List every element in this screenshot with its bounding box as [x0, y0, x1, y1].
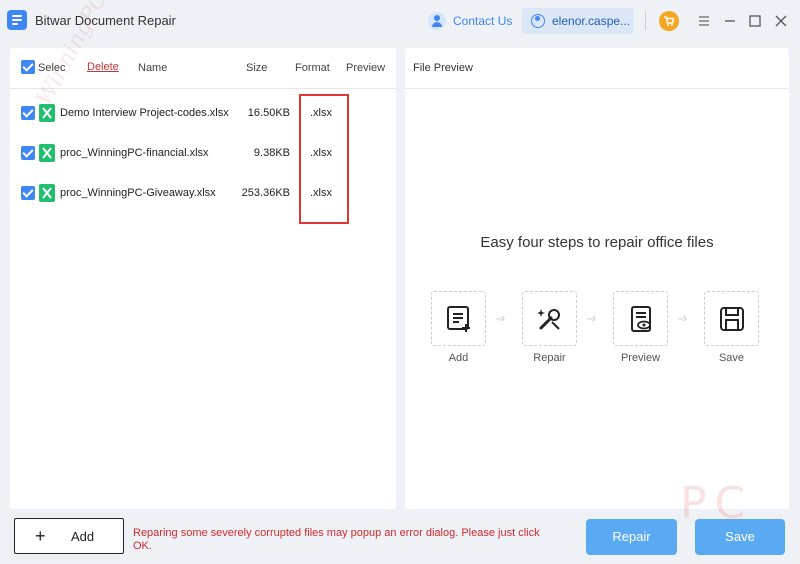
file-format: .xlsx [310, 107, 332, 119]
title-bar: Bitwar Document Repair Contact Us elenor… [0, 0, 800, 42]
step-repair: Repair [522, 291, 577, 364]
user-account-button[interactable]: elenor.caspe... [522, 8, 634, 34]
minimize-icon[interactable] [720, 11, 740, 31]
file-row[interactable]: proc_WinningPC-financial.xlsx 9.38KB .xl… [10, 138, 396, 168]
add-button[interactable]: + Add [14, 518, 124, 554]
cart-icon[interactable] [659, 11, 679, 31]
step-label: Save [718, 352, 745, 364]
user-icon [531, 14, 545, 28]
file-format: .xlsx [310, 187, 332, 199]
file-preview-panel: File Preview Easy four steps to repair o… [405, 48, 789, 509]
file-preview-title: File Preview [413, 62, 473, 74]
app-logo-icon [7, 10, 27, 30]
repair-button[interactable]: Repair [586, 519, 677, 555]
file-list-header: Selec Delete Name Size Format Preview [10, 48, 396, 89]
warning-message: Reparing some severely corrupted files m… [133, 527, 540, 552]
column-size: Size [246, 62, 268, 74]
excel-file-icon [38, 143, 56, 163]
column-format: Format [295, 62, 330, 74]
step-label: Add [448, 352, 469, 364]
contact-us-button[interactable]: Contact Us [428, 11, 512, 31]
maximize-icon[interactable] [745, 11, 765, 31]
file-name: proc_WinningPC-Giveaway.xlsx [60, 187, 216, 199]
column-name: Name [138, 62, 168, 74]
file-size: 9.38KB [253, 147, 290, 159]
file-format: .xlsx [310, 147, 332, 159]
arrow-icon: ···› [495, 311, 505, 325]
file-size: 253.36KB [241, 187, 290, 199]
save-floppy-icon [719, 306, 744, 331]
plus-icon: + [35, 526, 46, 546]
menu-icon[interactable] [694, 11, 714, 31]
arrow-icon: ···› [586, 311, 596, 325]
file-preview-header: File Preview [405, 48, 789, 89]
contact-us-label: Contact Us [453, 14, 513, 28]
add-file-icon [446, 305, 470, 332]
column-preview: Preview [346, 62, 386, 74]
preview-document-icon [630, 305, 651, 332]
file-list-panel: Selec Delete Name Size Format Preview De… [10, 0, 396, 509]
user-account-label: elenor.caspe... [552, 14, 630, 28]
step-save: Save [704, 291, 759, 364]
step-add: Add [431, 291, 486, 364]
delete-link[interactable]: Delete [87, 61, 119, 73]
file-row[interactable]: proc_WinningPC-Giveaway.xlsx 253.36KB .x… [10, 178, 396, 208]
contact-icon [428, 12, 446, 30]
file-row-checkbox[interactable] [21, 146, 35, 160]
excel-file-icon [38, 103, 56, 123]
step-preview: Preview [613, 291, 668, 364]
select-all-checkbox[interactable] [21, 60, 35, 74]
file-name: Demo Interview Project-codes.xlsx [60, 107, 229, 119]
save-button[interactable]: Save [695, 519, 785, 555]
repair-tools-icon [536, 308, 560, 330]
steps-title: Easy four steps to repair office files [480, 234, 714, 251]
file-row[interactable]: Demo Interview Project-codes.xlsx 16.50K… [10, 98, 396, 128]
arrow-icon: ···› [677, 311, 687, 325]
file-size: 16.50KB [247, 107, 290, 119]
file-row-checkbox[interactable] [21, 106, 35, 120]
file-name: proc_WinningPC-financial.xlsx [60, 147, 209, 159]
column-select: Selec [38, 62, 66, 74]
close-icon[interactable] [771, 11, 791, 31]
title-bar-divider [645, 12, 646, 30]
file-row-checkbox[interactable] [21, 186, 35, 200]
excel-file-icon [38, 183, 56, 203]
step-label: Repair [533, 352, 566, 364]
step-label: Preview [620, 352, 661, 364]
add-button-label: Add [71, 529, 95, 544]
app-title: Bitwar Document Repair [35, 13, 176, 28]
